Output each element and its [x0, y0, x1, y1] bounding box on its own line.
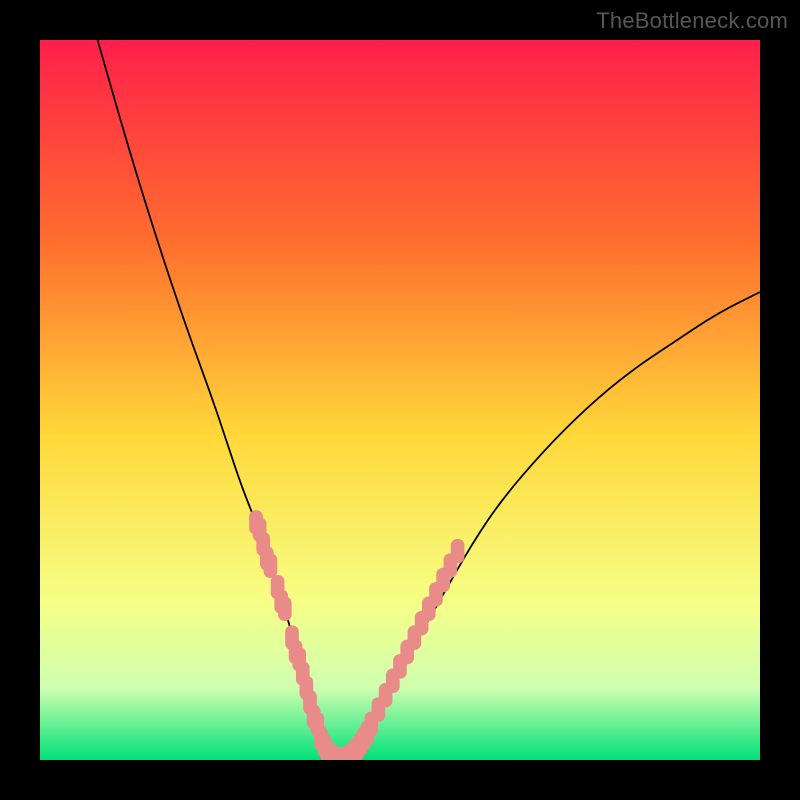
- watermark-text: TheBottleneck.com: [596, 8, 788, 34]
- bottleneck-chart: [40, 40, 760, 760]
- curve-marker: [264, 553, 278, 577]
- chart-frame: TheBottleneck.com: [0, 0, 800, 800]
- curve-marker: [278, 597, 292, 621]
- gradient-background: [40, 40, 760, 760]
- curve-marker: [451, 539, 465, 563]
